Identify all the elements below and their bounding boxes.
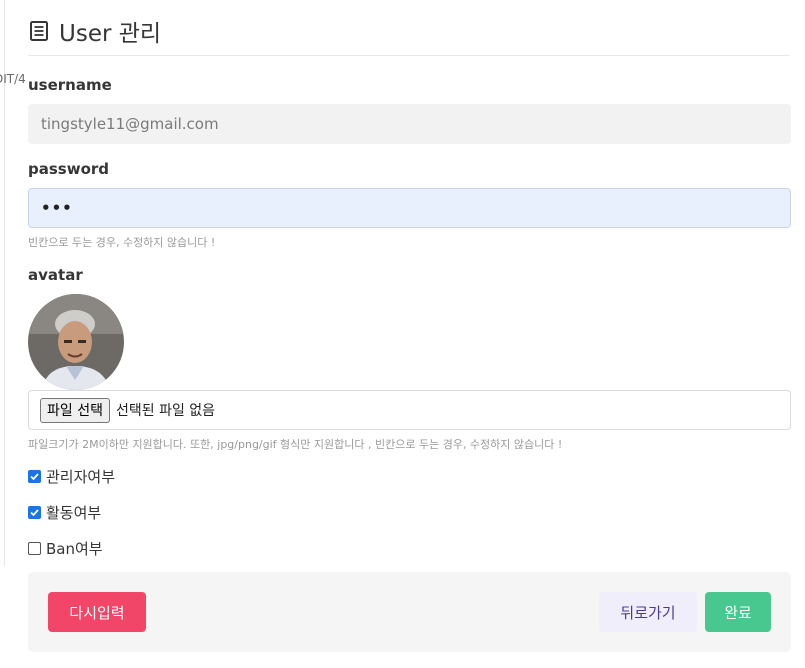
ban-checkbox[interactable] [28,542,41,555]
active-checkbox-row[interactable]: 활동여부 [28,502,101,523]
admin-checkbox-row[interactable]: 관리자여부 [28,466,115,487]
avatar-label: avatar [28,266,83,284]
avatar-file-input[interactable]: 파일 선택 선택된 파일 없음 [28,390,791,430]
page-header: User 관리 [28,12,790,56]
username-field[interactable]: tingstyle11@gmail.com [28,104,791,144]
password-help: 빈칸으로 두는 경우, 수정하지 않습니다 ! [28,236,216,249]
choose-file-button[interactable]: 파일 선택 [40,397,110,423]
page-title: User 관리 [59,20,162,47]
ban-checkbox-row[interactable]: Ban여부 [28,538,103,559]
admin-checkbox[interactable] [28,470,41,483]
password-field[interactable]: ••• [28,188,791,228]
password-value: ••• [41,199,73,217]
admin-checkbox-label: 관리자여부 [46,468,116,486]
file-status: 선택된 파일 없음 [115,403,216,419]
ban-checkbox-label: Ban여부 [46,540,103,558]
active-checkbox-label: 활동여부 [46,504,102,522]
password-label: password [28,160,110,178]
avatar [28,294,124,390]
active-checkbox[interactable] [28,506,41,519]
username-value: tingstyle11@gmail.com [41,115,219,133]
form-actions: 다시입력 뒤로가기 완료 [28,572,791,652]
submit-button[interactable]: 완료 [705,592,771,632]
edge-label: DIT/4 [0,72,26,86]
back-button[interactable]: 뒤로가기 [599,592,697,632]
avatar-help: 파일크기가 2M이하만 지원합니다. 또한, jpg/png/gif 형식만 지… [28,438,563,451]
list-icon [28,20,50,42]
username-label: username [28,76,112,94]
user-edit-page: DIT/4 User 관리 username tingstyle11@gmail… [0,0,805,668]
reset-button[interactable]: 다시입력 [48,592,146,632]
